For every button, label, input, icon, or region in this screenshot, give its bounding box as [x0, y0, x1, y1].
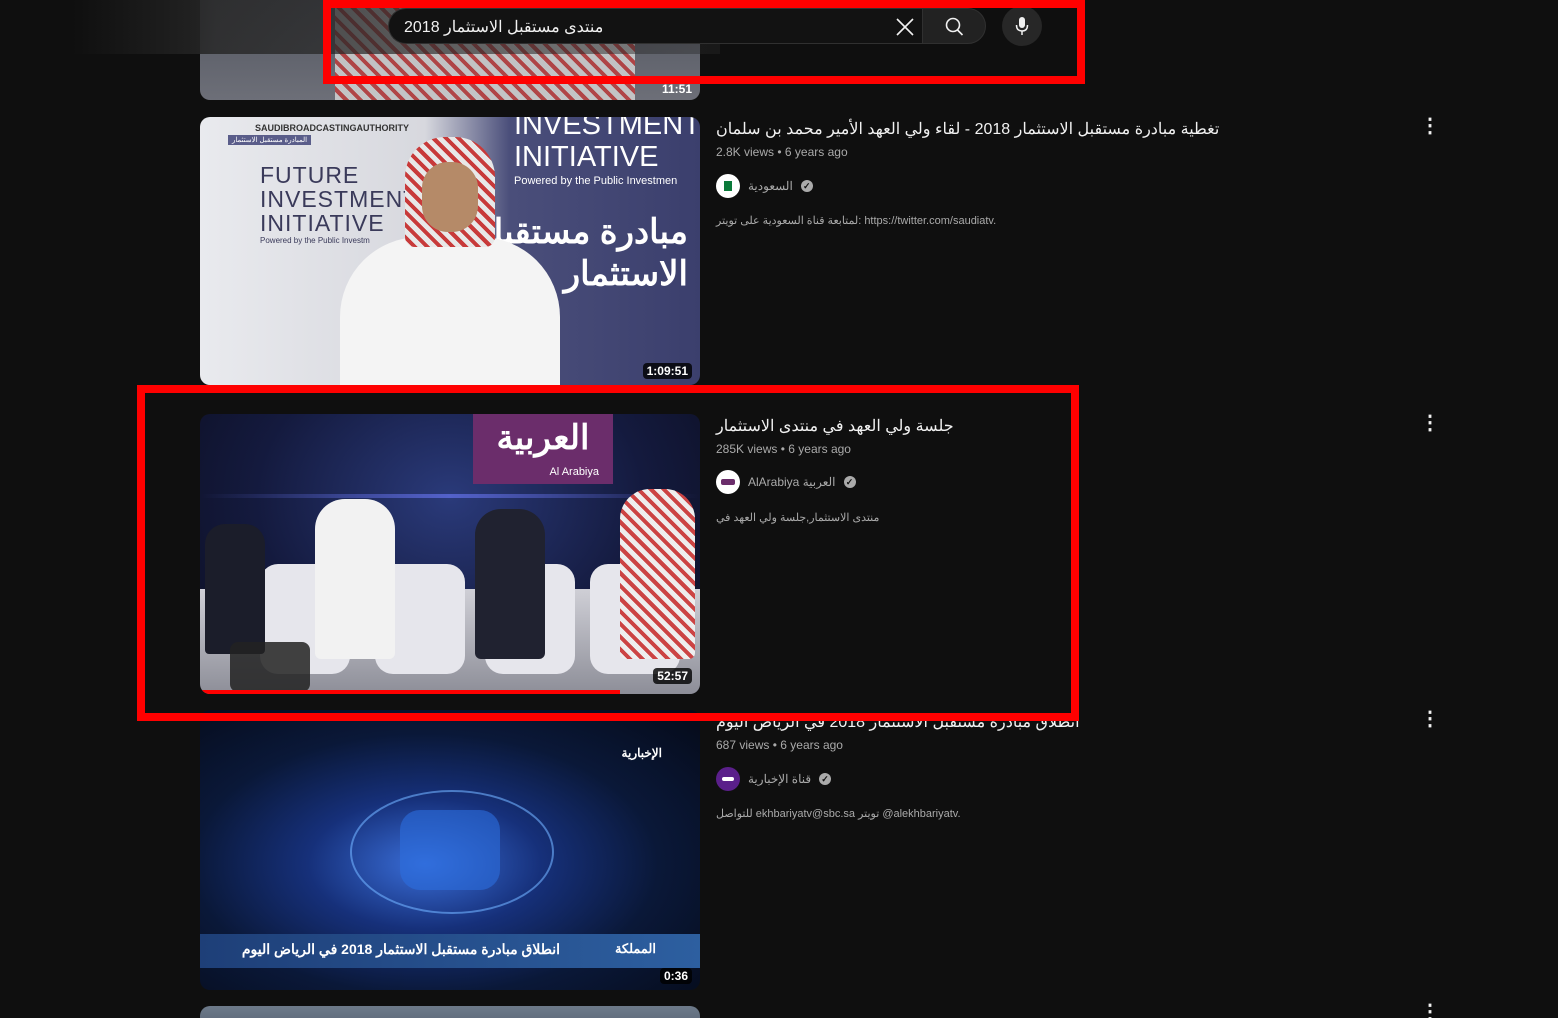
- channel-name[interactable]: AlArabiya العربية: [748, 475, 836, 489]
- video-duration: 1:09:51: [642, 363, 692, 379]
- search-button[interactable]: [922, 8, 986, 44]
- video-duration: 11:51: [661, 82, 692, 96]
- meta-separator: •: [777, 145, 785, 159]
- video-thumbnail-3[interactable]: الإخبارية انطلاق مبادرة مستقبل الاستثمار…: [200, 710, 700, 990]
- video-duration: 0:36: [659, 968, 692, 984]
- close-icon-glyph: [896, 18, 914, 36]
- alarabiya-logo: العربية Al Arabiya: [473, 414, 613, 484]
- more-actions-icon[interactable]: ⋮: [1420, 707, 1440, 731]
- panelist: [315, 499, 395, 659]
- banner-powered: Powered by the Public Investmen: [514, 175, 678, 187]
- channel-logo-icon: [722, 777, 734, 781]
- channel-avatar[interactable]: [716, 470, 740, 494]
- more-actions-icon[interactable]: ⋮: [1420, 1000, 1440, 1018]
- microphone-icon: [1015, 17, 1029, 35]
- video-title-link[interactable]: جلسة ولي العهد في منتدى الاستثمار: [716, 416, 1356, 436]
- video-description: للتواصل ekhbariyatv@sbc.sa تويتر @alekhb…: [716, 808, 961, 820]
- ticker-corner: المملكة: [614, 941, 656, 956]
- panelist: [475, 509, 545, 659]
- camera-foreground: [230, 642, 310, 692]
- channel-name[interactable]: قناة الإخبارية: [748, 772, 811, 786]
- verified-badge-icon: ✓: [843, 476, 856, 488]
- stage-screen: [400, 810, 500, 890]
- view-count: 2.8K views: [716, 145, 775, 159]
- verified-badge-icon: ✓: [819, 773, 832, 785]
- banner-line-2: INITIATIVE: [514, 141, 659, 173]
- fii-line-2: INVESTMENT: [260, 186, 419, 212]
- channel-watermark: الإخبارية: [621, 746, 662, 760]
- watch-progress-bar: [200, 690, 620, 694]
- fii-logo-text: FUTURE INVESTMENT INITIATIVE Powered by …: [260, 163, 418, 247]
- banner-en-text: INVESTMENT INITIATIVE Powered by the Pub…: [514, 117, 700, 189]
- more-actions-icon[interactable]: ⋮: [1420, 411, 1440, 435]
- video-thumbnail-1[interactable]: SAUDIBROADCASTINGAUTHORITY المبادرة مستق…: [200, 117, 700, 385]
- news-ticker: انطلاق مبادرة مستقبل الاستثمار 2018 في ا…: [200, 934, 700, 968]
- video-title-link[interactable]: انطلاق مبادرة مستقبل الاستثمار 2018 في ا…: [716, 712, 1356, 732]
- video-thumbnail-2[interactable]: العربية Al Arabiya 52:57: [200, 414, 700, 694]
- stage-light: [200, 494, 700, 498]
- channel-avatar[interactable]: [716, 174, 740, 198]
- thumbnail-tag: المبادرة مستقبل الاستثمار: [228, 135, 312, 145]
- close-icon[interactable]: [895, 17, 915, 37]
- channel-logo-icon: [721, 479, 735, 485]
- upload-age: 6 years ago: [784, 145, 848, 159]
- video-description: منتدى الاستثمار,جلسة ولي العهد في: [716, 512, 880, 524]
- search-icon: [945, 17, 964, 36]
- fii-line-1: FUTURE: [260, 162, 360, 188]
- channel-name[interactable]: السعودية: [748, 179, 793, 193]
- upload-age: 6 years ago: [780, 738, 843, 752]
- view-count: 285K views: [716, 442, 778, 456]
- upload-age: 6 years ago: [788, 442, 851, 456]
- search-bar[interactable]: منتدى مستقبل الاستثمار 2018: [388, 8, 922, 44]
- view-count: 687 views: [716, 738, 770, 752]
- search-input[interactable]: منتدى مستقبل الاستثمار 2018: [404, 17, 603, 37]
- banner-line-1: INVESTMENT: [514, 117, 700, 141]
- presenter-face: [422, 162, 478, 232]
- fii-line-3: INITIATIVE: [260, 210, 385, 236]
- video-metadata: 2.8K views • 6 years ago: [716, 145, 848, 159]
- video-title-link[interactable]: تغطية مبادرة مستقبل الاستثمار 2018 - لقا…: [716, 119, 1356, 139]
- panelist: [620, 489, 695, 659]
- video-description: لمتابعة قناة السعودية على تويتر: https:/…: [716, 215, 997, 227]
- channel-link[interactable]: السعودية ✓: [716, 174, 813, 198]
- panelist: [205, 524, 265, 654]
- presenter-figure: [340, 237, 560, 385]
- voice-search-button[interactable]: [1002, 6, 1042, 46]
- ticker-caption: انطلاق مبادرة مستقبل الاستثمار 2018 في ا…: [241, 941, 560, 957]
- channel-avatar[interactable]: [716, 767, 740, 791]
- video-duration: 52:57: [653, 668, 692, 684]
- more-actions-icon[interactable]: ⋮: [1420, 114, 1440, 138]
- channel-link[interactable]: قناة الإخبارية ✓: [716, 767, 832, 791]
- channel-logo-icon: [724, 181, 732, 191]
- youtube-search-results-page: 11:51 منتدى مستقبل الاستثمار 2018 SAUDIB…: [0, 0, 1558, 1018]
- channel-link[interactable]: AlArabiya العربية ✓: [716, 470, 856, 494]
- logo-arabic: العربية: [496, 419, 590, 457]
- logo-english: Al Arabiya: [549, 466, 599, 478]
- video-metadata: 285K views • 6 years ago: [716, 442, 851, 456]
- video-thumbnail-4[interactable]: [200, 1006, 700, 1018]
- video-metadata: 687 views • 6 years ago: [716, 738, 843, 752]
- authority-label: SAUDIBROADCASTINGAUTHORITY: [255, 123, 409, 133]
- verified-badge-icon: ✓: [800, 180, 813, 192]
